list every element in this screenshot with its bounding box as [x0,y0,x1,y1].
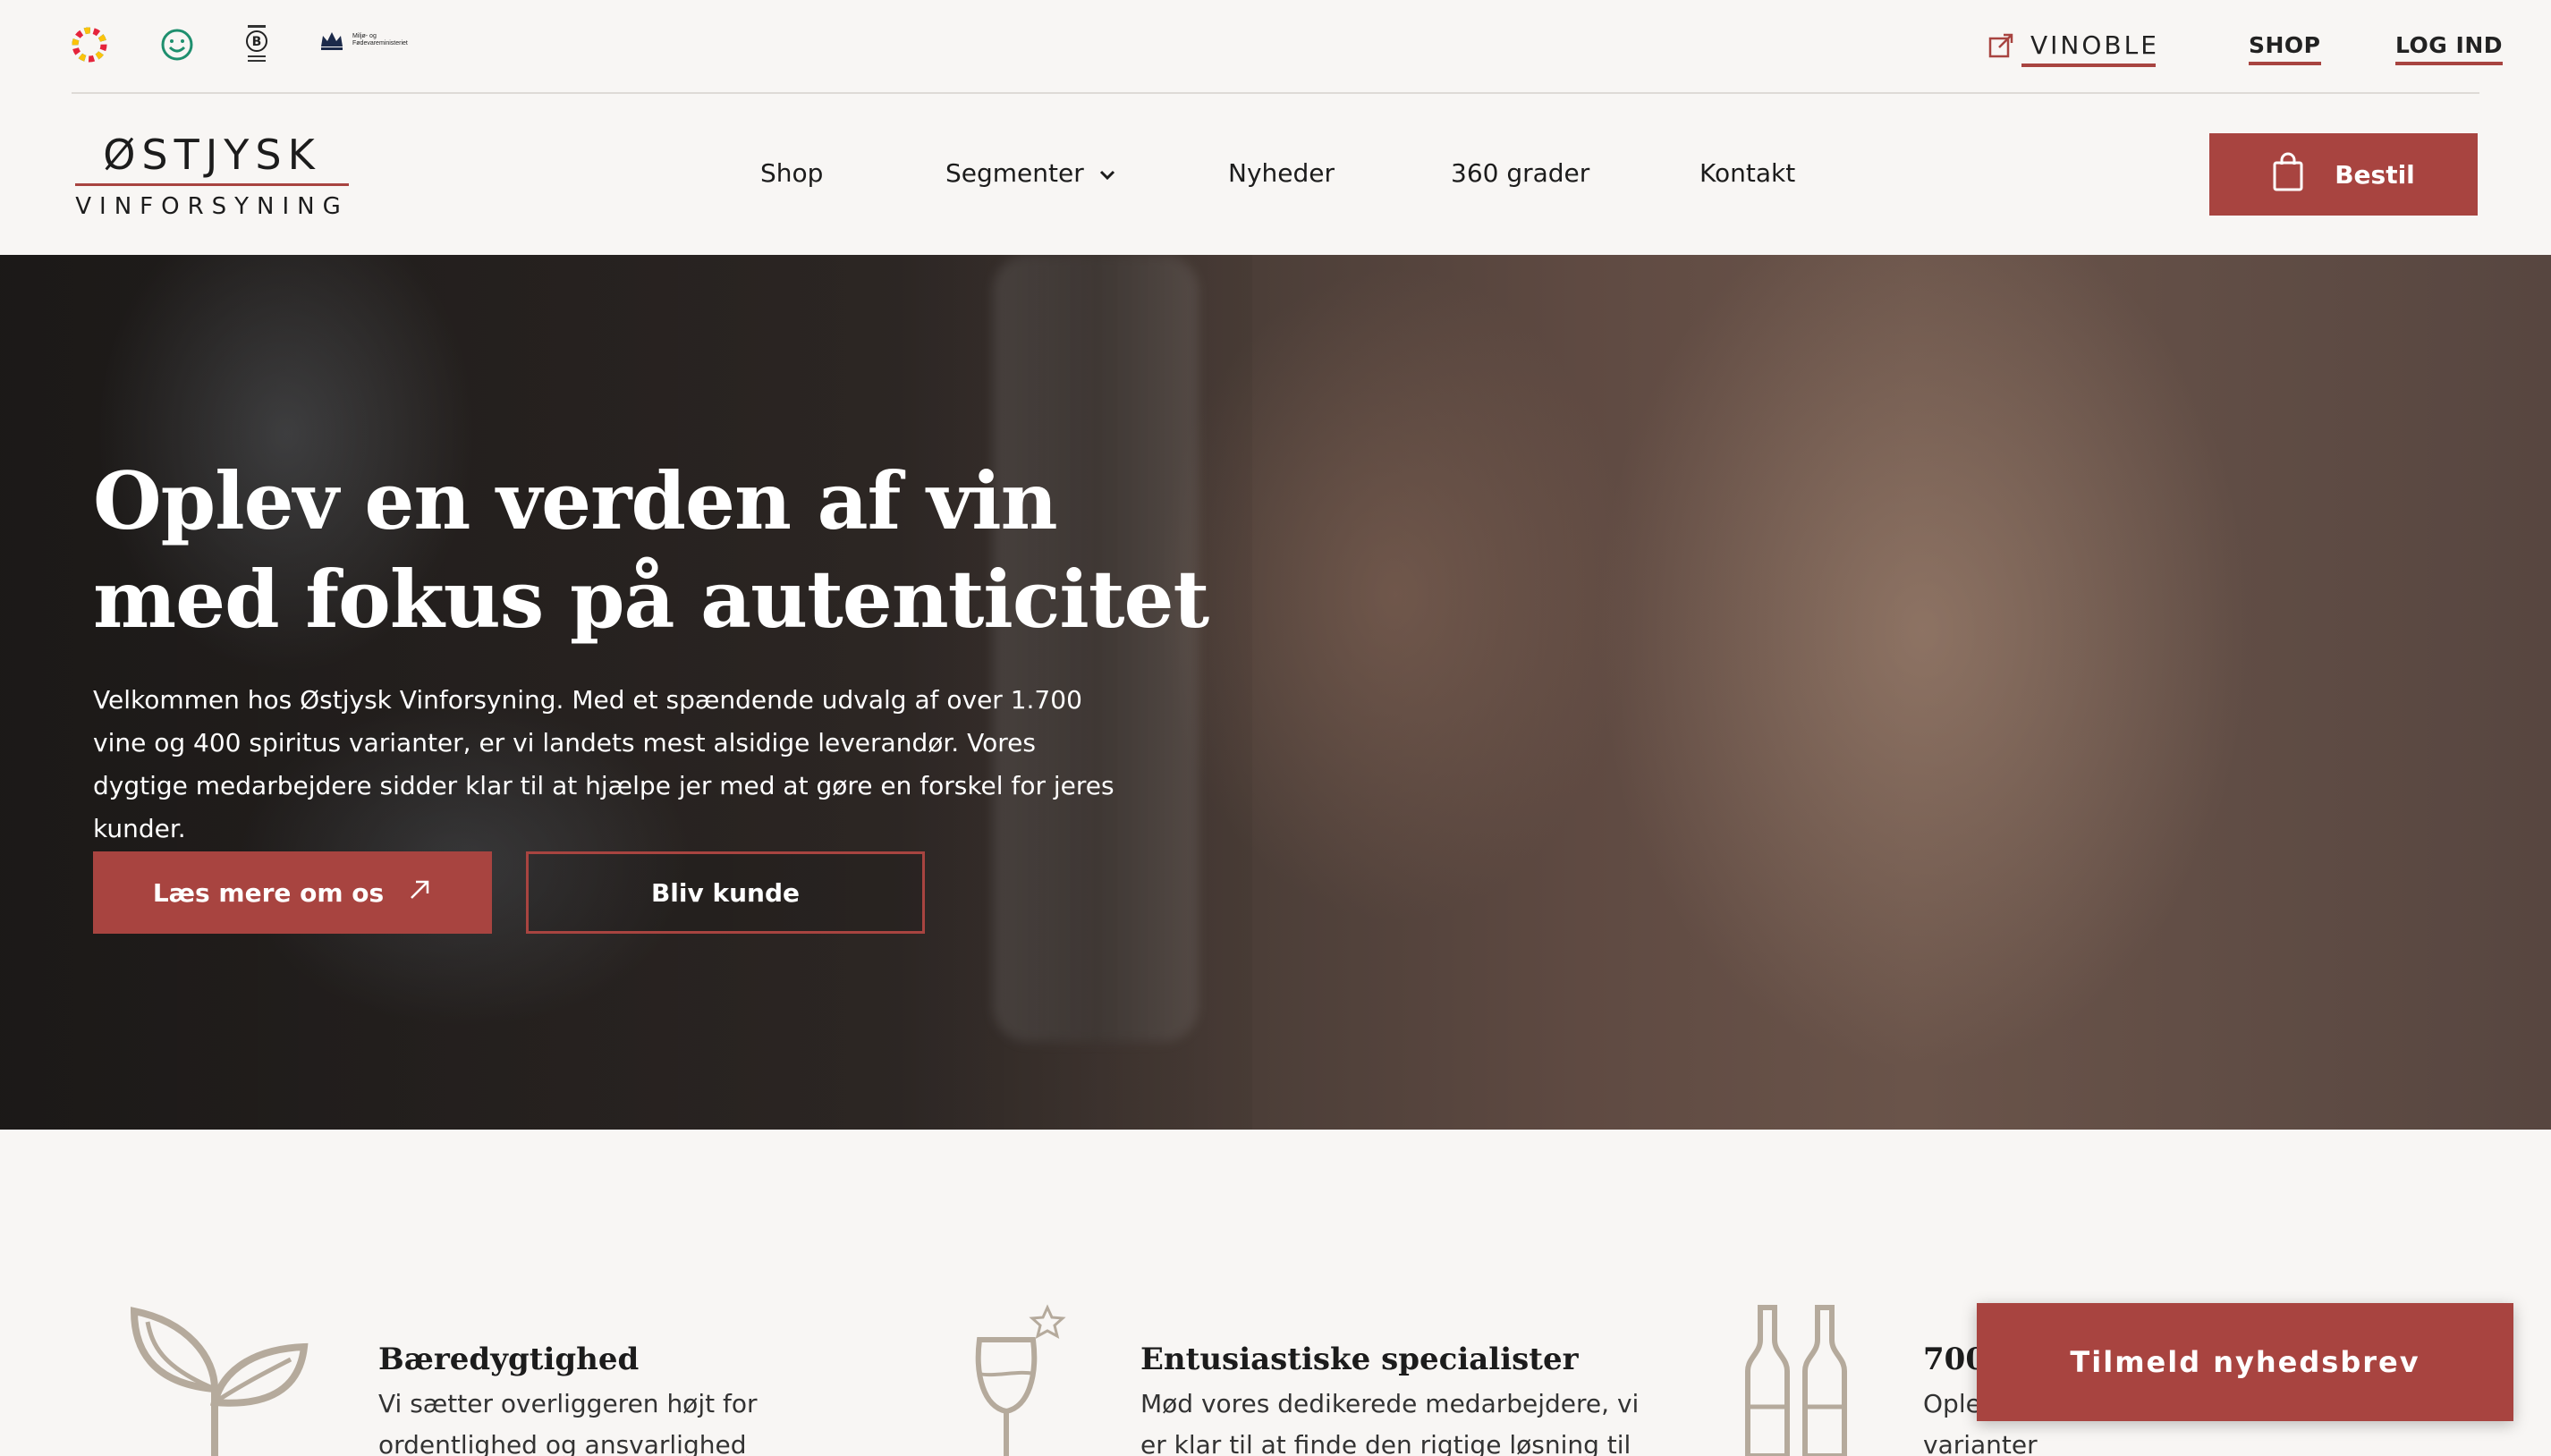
nav-item-segmenter[interactable]: Segmenter [945,158,1116,188]
order-button-label: Bestil [2335,159,2415,190]
newsletter-signup-button[interactable]: Tilmeld nyhedsbrev [1977,1303,2513,1421]
hero-intro-text: Velkommen hos Østjysk Vinforsyning. Med … [93,685,1114,843]
site-logo[interactable]: ØSTJYSK VINFORSYNING [75,130,349,220]
b-corp-icon[interactable]: B [243,25,270,64]
smiley-icon[interactable] [159,27,195,63]
vinoble-link[interactable]: VINOBLE [1987,30,2159,67]
sdg-wheel-icon[interactable] [72,27,107,63]
external-link-icon [1987,32,2014,65]
read-more-button[interactable]: Læs mere om os [93,851,492,934]
nav-item-nyheder[interactable]: Nyheder [1228,158,1335,188]
wine-glass-star-icon [970,1304,1069,1456]
logo-rule [75,183,349,186]
feature-text-sustainability: Vi sætter overliggeren højt for ordentli… [378,1389,758,1456]
login-link[interactable]: LOG IND [2395,32,2503,65]
read-more-label: Læs mere om os [152,877,385,908]
hero-title: Oplev en verden af vin med fokus på aute… [93,454,1209,646]
shopping-bag-icon [2272,152,2304,198]
feature-title-specialists: Entusiastiske specialister [1140,1342,1579,1377]
become-customer-button[interactable]: Bliv kunde [526,851,925,934]
nav-item-kontakt[interactable]: Kontakt [1699,158,1795,188]
svg-text:B: B [252,35,262,49]
nav-item-360-grader[interactable]: 360 grader [1451,158,1589,188]
feature-title-sustainability: Bæredygtighed [378,1342,640,1377]
feature-text-specialists: Mød vores dedikerede medarbejdere, vi er… [1140,1389,1640,1456]
logo-sub-text: VINFORSYNING [75,193,349,220]
wine-bottles-icon [1742,1304,1859,1456]
vinoble-label: VINOBLE [2030,30,2159,60]
ministry-label: Miljø- og Fødevareministeriet [352,33,408,47]
newsletter-label: Tilmeld nyhedsbrev [2070,1345,2420,1379]
plant-sprout-icon [125,1304,313,1456]
nav-item-shop[interactable]: Shop [760,158,823,188]
ministry-crown-icon[interactable]: Miljø- og Fødevareministeriet [318,29,433,52]
shop-link[interactable]: SHOP [2249,32,2321,65]
become-customer-label: Bliv kunde [650,877,801,908]
hero-section: Oplev en verden af vin med fokus på aute… [0,255,2551,1130]
top-utility-bar: B Miljø- og Fødevareministeriet VINOBLE … [0,0,2551,94]
logo-main-text: ØSTJYSK [103,131,321,179]
chevron-down-icon [1098,158,1116,188]
order-button[interactable]: Bestil [2209,133,2478,216]
main-header: ØSTJYSK VINFORSYNING Shop Segmenter Nyhe… [0,94,2551,255]
arrow-up-right-icon [407,877,432,909]
